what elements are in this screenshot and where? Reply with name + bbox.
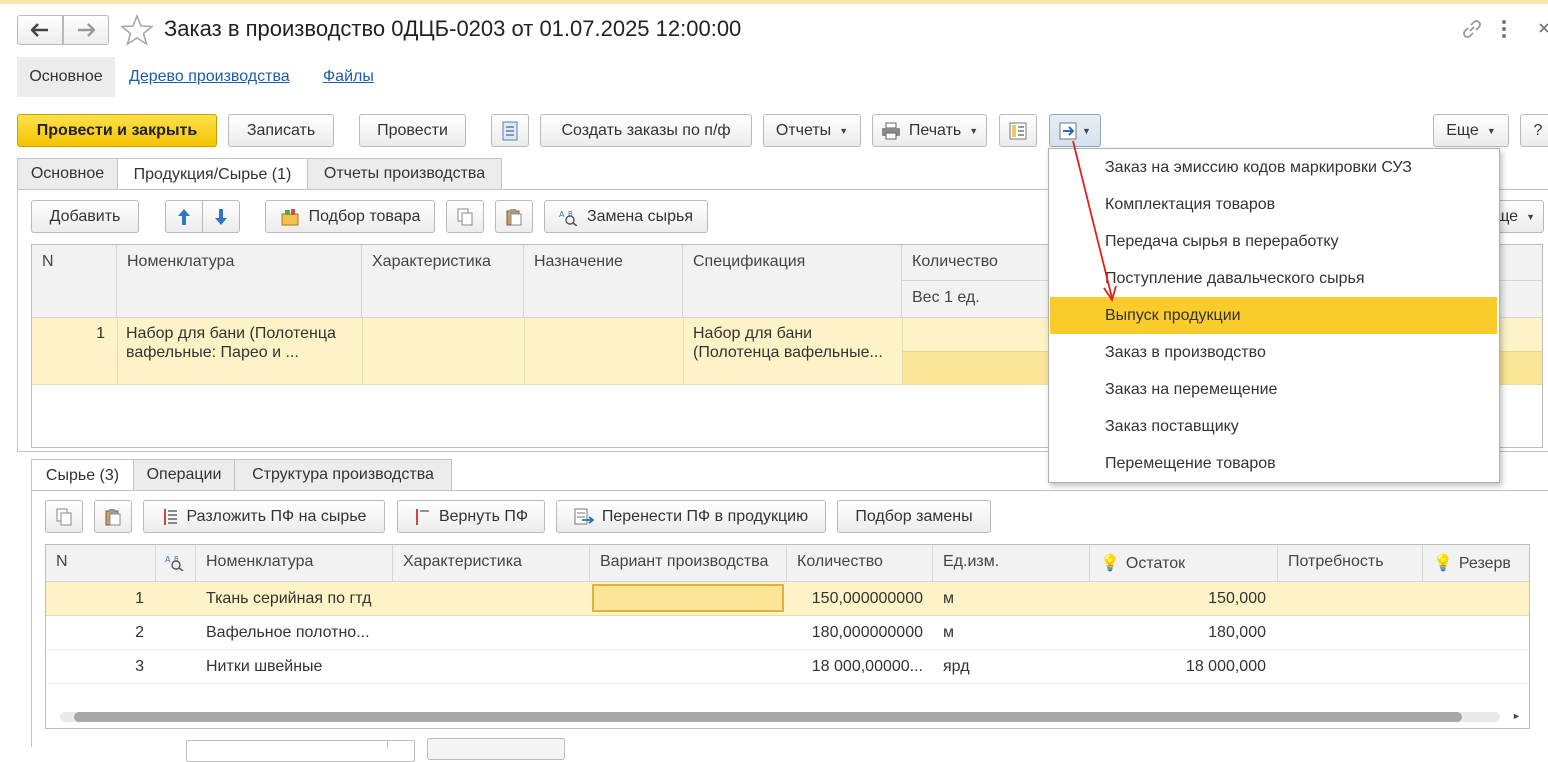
annotation-arrow: [1072, 140, 1117, 303]
